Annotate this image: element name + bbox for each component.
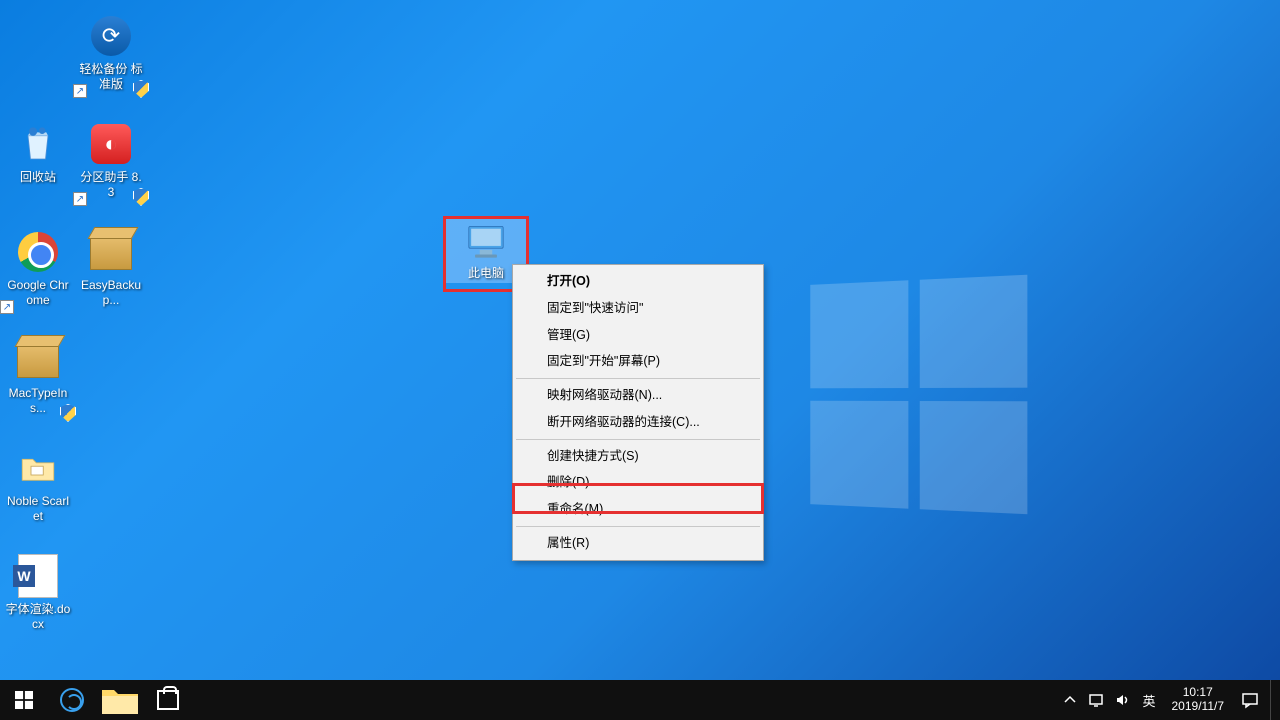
windows-logo-icon [15, 691, 33, 709]
windows-wallpaper-logo [810, 275, 1029, 516]
context-menu-properties[interactable]: 属性(R) [515, 530, 761, 557]
tray-volume[interactable] [1112, 680, 1132, 720]
desktop-icon-label: Noble Scarlet [4, 494, 72, 524]
app-icon: ⟳ ↗ [89, 14, 133, 58]
chevron-up-icon [1062, 692, 1078, 708]
shield-icon [133, 188, 149, 206]
shortcut-arrow-icon: ↗ [73, 192, 87, 206]
recycle-bin-icon [16, 122, 60, 166]
tray-ime[interactable]: 英 [1138, 691, 1159, 710]
menu-separator [516, 378, 760, 379]
shortcut-arrow-icon: ↗ [0, 300, 14, 314]
desktop-icon-label: EasyBackup... [77, 278, 145, 308]
tray-clock[interactable]: 10:17 2019/11/7 [1166, 686, 1231, 714]
desktop-icon-partition-assistant[interactable]: ◐ ↗ 分区助手 8.3 [75, 118, 147, 204]
desktop-icon-label: 此电脑 [468, 264, 504, 281]
taskbar-store[interactable] [144, 680, 192, 720]
context-menu-pin-start[interactable]: 固定到"开始"屏幕(P) [515, 348, 761, 375]
desktop-icon-easy-backup[interactable]: ⟳ ↗ 轻松备份 标准版 [75, 10, 147, 96]
folder-icon [16, 446, 60, 490]
menu-separator [516, 439, 760, 440]
menu-separator [516, 526, 760, 527]
store-icon [157, 690, 179, 710]
word-doc-icon [16, 554, 60, 598]
desktop-icon-chrome[interactable]: ↗ Google Chrome [2, 226, 74, 312]
desktop-icon-font-render-doc[interactable]: 字体渲染.docx [2, 550, 74, 636]
tray-action-center[interactable] [1236, 680, 1264, 720]
taskbar-edge[interactable] [48, 680, 96, 720]
desktop-icon-label: 回收站 [20, 170, 56, 185]
taskbar: 英 10:17 2019/11/7 [0, 680, 1280, 720]
folder-icon [96, 676, 144, 720]
volume-icon [1114, 692, 1130, 708]
context-menu-disconnect-drive[interactable]: 断开网络驱动器的连接(C)... [515, 409, 761, 436]
desktop-icon-mactype[interactable]: MacTypeIns... [2, 334, 74, 420]
desktop-icon-easybackup-folder[interactable]: EasyBackup... [75, 226, 147, 312]
context-menu-manage[interactable]: 管理(G) [515, 322, 761, 349]
shortcut-arrow-icon: ↗ [73, 84, 87, 98]
taskbar-file-explorer[interactable] [96, 680, 144, 720]
network-icon [1088, 692, 1104, 708]
tray-chevron-up[interactable] [1060, 680, 1080, 720]
start-button[interactable] [0, 680, 48, 720]
tray-network[interactable] [1086, 680, 1106, 720]
computer-icon [461, 222, 511, 262]
chrome-icon: ↗ [16, 230, 60, 274]
desktop-icon-noble-scarlet[interactable]: Noble Scarlet [2, 442, 74, 528]
notification-icon [1241, 691, 1259, 709]
system-tray: 英 10:17 2019/11/7 [1060, 680, 1280, 720]
tray-date: 2019/11/7 [1172, 700, 1225, 714]
edge-icon [60, 688, 84, 712]
context-menu-open[interactable]: 打开(O) [515, 268, 761, 295]
context-menu-pin-quick-access[interactable]: 固定到"快速访问" [515, 295, 761, 322]
context-menu-rename[interactable]: 重命名(M) [515, 496, 761, 523]
shield-icon [60, 404, 76, 422]
desktop-icon-label: 字体渲染.docx [4, 602, 72, 632]
context-menu-map-drive[interactable]: 映射网络驱动器(N)... [515, 382, 761, 409]
package-icon [89, 230, 133, 274]
desktop-icon-recycle-bin[interactable]: 回收站 [2, 118, 74, 189]
tray-time: 10:17 [1183, 686, 1213, 700]
package-icon [16, 338, 60, 382]
shield-icon [133, 80, 149, 98]
context-menu: 打开(O) 固定到"快速访问" 管理(G) 固定到"开始"屏幕(P) 映射网络驱… [512, 264, 764, 561]
desktop-icon-label: Google Chrome [4, 278, 72, 308]
context-menu-create-shortcut[interactable]: 创建快捷方式(S) [515, 443, 761, 470]
show-desktop-button[interactable] [1270, 680, 1276, 720]
app-icon: ◐ ↗ [89, 122, 133, 166]
context-menu-delete[interactable]: 删除(D) [515, 469, 761, 496]
